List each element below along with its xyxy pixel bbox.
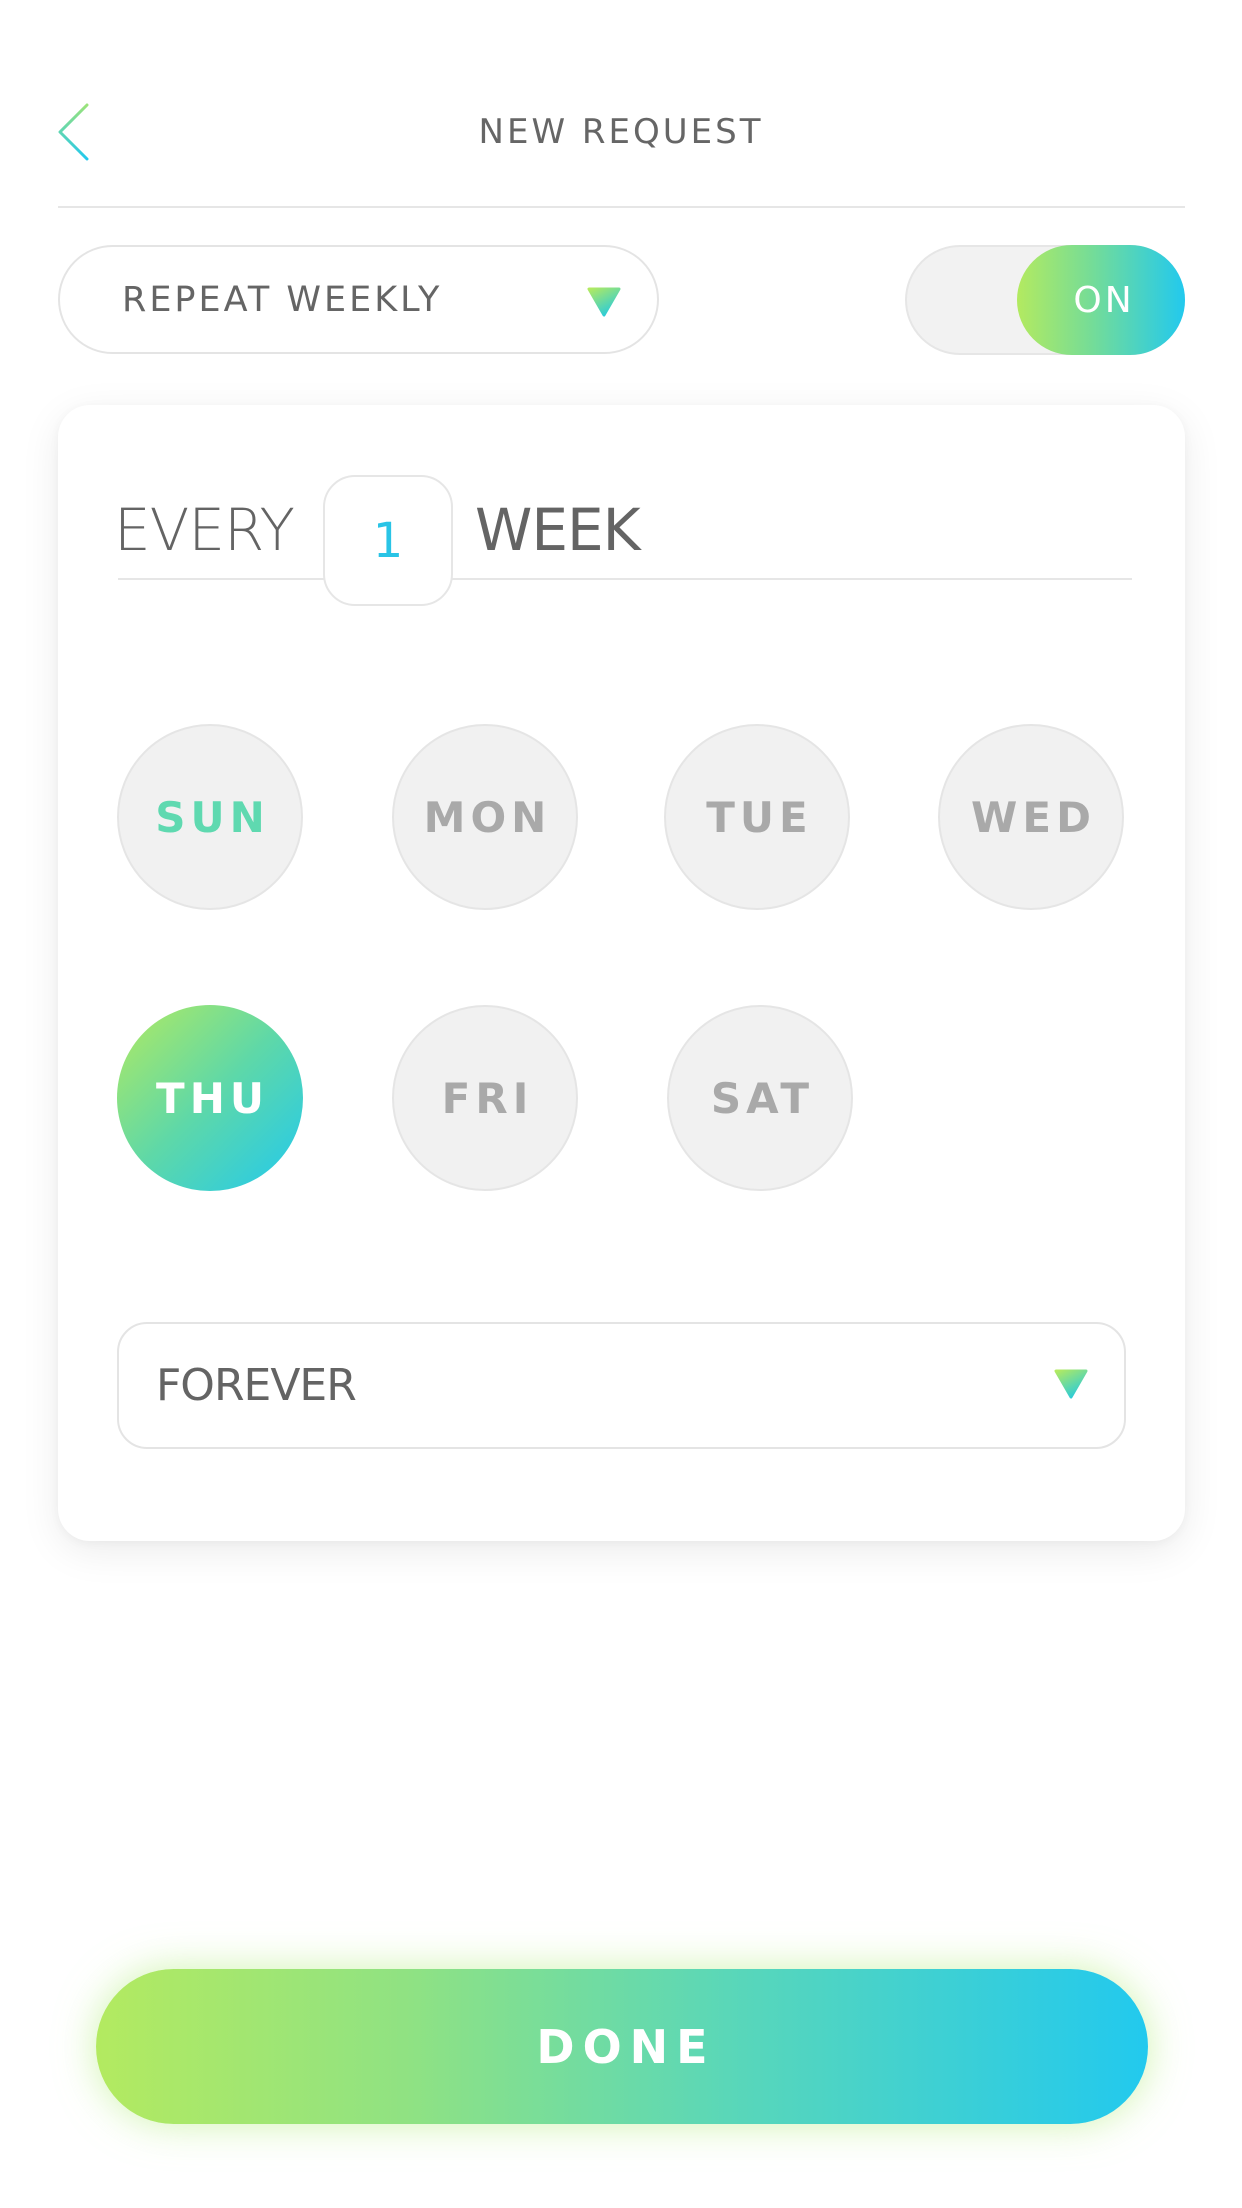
day-wed[interactable]: WED — [938, 724, 1124, 910]
done-label: DONE — [536, 2019, 716, 2074]
toggle-knob: ON — [1017, 245, 1185, 355]
repeat-frequency-value: REPEAT WEEKLY — [122, 279, 443, 320]
every-label: EVERY — [114, 496, 295, 564]
toggle-label: ON — [1073, 279, 1135, 321]
day-tue[interactable]: TUE — [664, 724, 850, 910]
triangle-down-icon — [587, 287, 621, 317]
day-fri[interactable]: FRI — [392, 1005, 578, 1191]
day-mon[interactable]: MON — [392, 724, 578, 910]
unit-label: WEEK — [475, 496, 641, 564]
repeat-frequency-dropdown[interactable]: REPEAT WEEKLY — [58, 245, 659, 354]
day-sat[interactable]: SAT — [667, 1005, 853, 1191]
day-sun[interactable]: SUN — [117, 724, 303, 910]
done-button[interactable]: DONE — [96, 1969, 1148, 2124]
ends-value: FOREVER — [156, 1360, 357, 1411]
triangle-down-icon — [1054, 1369, 1088, 1399]
ends-dropdown[interactable]: FOREVER — [117, 1322, 1126, 1449]
day-thu[interactable]: THU — [117, 1005, 303, 1191]
interval-input[interactable]: 1 — [323, 475, 453, 606]
interval-underline — [118, 578, 1132, 580]
schedule-card: EVERY 1 WEEK SUN MON TUE WED THU FRI SAT… — [58, 405, 1185, 1541]
repeat-toggle[interactable]: ON — [905, 245, 1185, 355]
header-divider — [58, 206, 1185, 208]
page-title: NEW REQUEST — [478, 112, 764, 152]
